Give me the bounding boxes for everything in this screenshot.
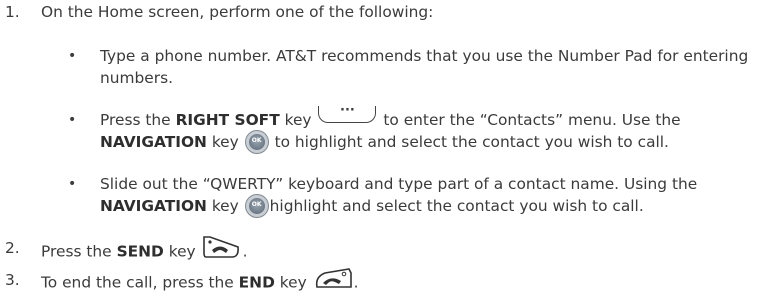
text: key <box>206 133 239 151</box>
text: key <box>274 273 307 292</box>
key-name: END <box>238 273 275 292</box>
bullet-line: NAVIGATION key highlight and select the … <box>100 194 644 218</box>
navigation-key-icon <box>245 194 268 217</box>
text: . <box>353 273 359 292</box>
text: key <box>279 111 312 129</box>
key-name: NAVIGATION <box>100 197 207 215</box>
text: to highlight and select the contact you … <box>269 133 669 151</box>
navigation-key-icon <box>245 130 268 153</box>
key-name: NAVIGATION <box>100 133 207 151</box>
bullet-text-line: numbers. <box>100 69 173 87</box>
bullet-text-line: Slide out the “QWERTY” keyboard and type… <box>100 175 698 193</box>
bullet-line: NAVIGATION key to highlight and select t… <box>100 130 669 154</box>
text: to enter the “Contacts” menu. Use the <box>378 111 681 129</box>
bullet-marker: • <box>68 48 77 64</box>
text: Press the <box>41 242 117 261</box>
key-name: RIGHT SOFT <box>175 111 280 129</box>
text: To end the call, press the <box>41 273 239 292</box>
bullet-text-line: Type a phone number. AT&T recommends tha… <box>100 47 749 65</box>
text: . <box>242 242 248 261</box>
step-text: On the Home screen, perform one of the f… <box>41 3 434 21</box>
bullet-line: Press the RIGHT SOFT key ··· to enter th… <box>100 104 681 131</box>
text: Press the <box>100 111 176 129</box>
step-number: 2. <box>5 239 20 257</box>
text: key <box>206 197 239 215</box>
step-line: Press the SEND key . <box>41 235 248 267</box>
end-key-icon <box>313 267 353 295</box>
send-key-icon <box>202 235 242 265</box>
step-number: 1. <box>5 3 20 21</box>
step-number: 3. <box>5 271 20 289</box>
bullet-marker: • <box>68 112 77 128</box>
key-name: SEND <box>116 242 164 261</box>
text: highlight and select the contact you wis… <box>269 197 644 215</box>
bullet-marker: • <box>68 176 77 192</box>
right-soft-key-icon: ··· <box>318 104 377 123</box>
text: key <box>163 242 196 261</box>
